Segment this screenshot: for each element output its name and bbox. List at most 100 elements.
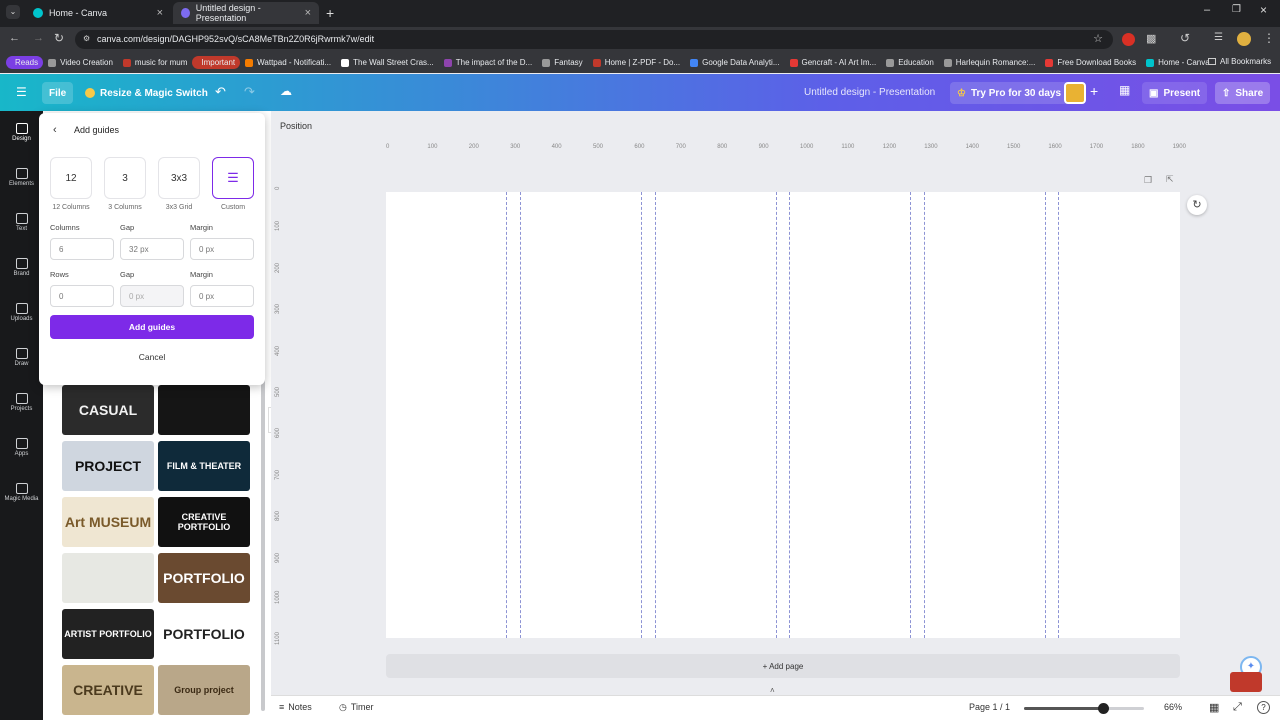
cancel-button[interactable]: Cancel	[50, 345, 254, 369]
add-page-icon[interactable]: ⇱	[1166, 174, 1174, 185]
adblock-extension-icon[interactable]	[1122, 33, 1135, 46]
bookmark-item[interactable]: Reads	[6, 56, 44, 69]
bookmark-item[interactable]: Free Download Books	[1040, 56, 1141, 69]
tab-untitled-design[interactable]: Untitled design - Presentation ×	[173, 2, 319, 24]
design-title[interactable]: Untitled design - Presentation	[804, 87, 935, 98]
user-avatar[interactable]	[1064, 82, 1086, 104]
add-page-button[interactable]: + Add page	[386, 654, 1180, 678]
redo-icon[interactable]: ↷	[244, 84, 255, 100]
zoom-slider-handle[interactable]	[1098, 703, 1110, 714]
row-gap-input[interactable]: 0 px	[120, 285, 184, 307]
forward-icon[interactable]: →	[33, 32, 44, 44]
bookmark-item[interactable]: Fantasy	[537, 56, 587, 69]
close-window-icon[interactable]: ×	[1260, 3, 1267, 17]
preset-3x3-grid[interactable]: 3x3	[158, 157, 200, 199]
rail-item-text[interactable]: Text	[0, 213, 43, 232]
site-info-icon[interactable]: ⚙	[83, 34, 90, 43]
undo-icon[interactable]: ↶	[215, 84, 226, 100]
rows-input[interactable]: 0	[50, 285, 114, 307]
rail-item-projects[interactable]: Projects	[0, 393, 43, 412]
close-tab-icon[interactable]: ×	[305, 7, 311, 19]
template-thumbnail[interactable]: CREATIVE PORTFOLIO	[158, 497, 250, 547]
timer-button[interactable]: ◷ Timer	[339, 702, 374, 713]
column-margin-input[interactable]: 0 px	[190, 238, 254, 260]
preset-12-columns[interactable]: 12	[50, 157, 92, 199]
notes-button[interactable]: ≡ Notes	[279, 702, 312, 712]
url-field[interactable]: ⚙ canva.com/design/DAGHP952svQ/sCA8MeTBn…	[75, 30, 1113, 49]
bookmark-item[interactable]: music for mum	[118, 56, 192, 69]
slide-page[interactable]	[386, 192, 1180, 638]
position-button[interactable]: Position	[280, 121, 312, 131]
share-button[interactable]: ⇧ Share	[1215, 82, 1271, 104]
template-thumbnail[interactable]: FILM & THEATER	[158, 441, 250, 491]
template-thumbnail[interactable]: PROJECT	[62, 441, 154, 491]
rail-item-draw[interactable]: Draw	[0, 348, 43, 367]
template-thumbnail[interactable]: ARTIST PORTFOLIO	[62, 609, 154, 659]
close-tab-icon[interactable]: ×	[157, 7, 163, 19]
bookmark-item[interactable]: Harlequin Romance:...	[939, 56, 1041, 69]
extensions-icon[interactable]: ▩	[1146, 32, 1156, 45]
bookmark-item[interactable]: Home | Z-PDF - Do...	[588, 56, 685, 69]
tab-list-chevron-icon[interactable]: ⌄	[6, 5, 20, 19]
add-guides-button[interactable]: Add guides	[50, 315, 254, 339]
rail-item-brand[interactable]: Brand	[0, 258, 43, 277]
bookmark-item[interactable]: Video Creation	[43, 56, 118, 69]
try-pro-button[interactable]: ♔ Try Pro for 30 days	[950, 82, 1069, 104]
analytics-icon[interactable]: ▦	[1119, 83, 1130, 97]
customize-icon[interactable]: ☰	[1214, 32, 1223, 43]
template-thumbnail[interactable]: CASUAL	[62, 385, 154, 435]
invite-plus-icon[interactable]: +	[1090, 83, 1098, 99]
present-button[interactable]: ▣ Present	[1142, 82, 1208, 104]
new-tab-button[interactable]: +	[326, 5, 334, 21]
rail-item-apps[interactable]: Apps	[0, 438, 43, 457]
rail-item-design[interactable]: Design	[0, 123, 43, 142]
help-icon[interactable]: ?	[1257, 701, 1270, 714]
main-menu-icon[interactable]: ☰	[16, 85, 27, 99]
bookmark-item[interactable]: Google Data Analyti...	[685, 56, 784, 69]
resize-magic-switch-button[interactable]: Resize & Magic Switch	[78, 82, 215, 104]
column-gap-input[interactable]: 32 px	[120, 238, 184, 260]
bookmark-item[interactable]: Gencraft - AI Art Im...	[785, 56, 882, 69]
tab-home-canva[interactable]: Home - Canva ×	[25, 2, 171, 24]
all-bookmarks-item[interactable]: All Bookmarks	[1208, 57, 1271, 66]
fullscreen-icon[interactable]: ⤢	[1233, 701, 1242, 714]
preset-3-columns[interactable]: 3	[104, 157, 146, 199]
bookmark-item[interactable]: Education	[881, 56, 939, 69]
panel-scrollbar[interactable]	[261, 361, 265, 711]
template-thumbnail[interactable]: Art MUSEUM	[62, 497, 154, 547]
columns-input[interactable]: 6	[50, 238, 114, 260]
browser-menu-icon[interactable]: ⋮	[1263, 31, 1275, 45]
back-arrow-icon[interactable]: ‹	[53, 124, 57, 136]
rail-item-uploads[interactable]: Uploads	[0, 303, 43, 322]
grid-view-icon[interactable]: ▦	[1209, 701, 1219, 714]
bookmark-item[interactable]: Important	[192, 56, 241, 69]
zoom-level[interactable]: 66%	[1164, 702, 1182, 712]
rail-item-magic-media[interactable]: Magic Media	[0, 483, 43, 502]
duplicate-page-icon[interactable]: ❐	[1144, 175, 1152, 186]
back-icon[interactable]: ←	[9, 32, 20, 44]
rail-item-elements[interactable]: Elements	[0, 168, 43, 187]
bookmark-star-icon[interactable]: ☆	[1093, 32, 1103, 45]
zoom-slider[interactable]	[1024, 703, 1144, 714]
refresh-icon[interactable]: ↻	[1187, 195, 1207, 215]
maximize-icon[interactable]: ❐	[1232, 4, 1241, 15]
cloud-save-icon[interactable]: ☁	[280, 84, 292, 98]
profile-avatar[interactable]	[1237, 32, 1251, 46]
history-icon[interactable]: ↺	[1180, 31, 1190, 45]
show-pages-chevron-icon[interactable]: ˄	[770, 686, 775, 695]
row-margin-input[interactable]: 0 px	[190, 285, 254, 307]
minimize-icon[interactable]: –	[1204, 4, 1210, 16]
template-thumbnail[interactable]	[62, 553, 154, 603]
template-thumbnail[interactable]: PORTFOLIO	[158, 553, 250, 603]
bookmark-item[interactable]: Home - Canva	[1141, 56, 1215, 69]
template-thumbnail[interactable]: CREATIVE	[62, 665, 154, 715]
template-thumbnail[interactable]: Group project	[158, 665, 250, 715]
reload-icon[interactable]: ↻	[54, 31, 64, 45]
page-indicator[interactable]: Page 1 / 1	[969, 702, 1010, 712]
file-menu-button[interactable]: File	[42, 82, 74, 104]
bookmark-item[interactable]: The impact of the D...	[439, 56, 537, 69]
template-thumbnail[interactable]	[158, 385, 250, 435]
preset-custom[interactable]: ☰	[212, 157, 254, 199]
bookmark-item[interactable]: The Wall Street Cras...	[336, 56, 439, 69]
template-thumbnail[interactable]: PORTFOLIO	[158, 609, 250, 659]
